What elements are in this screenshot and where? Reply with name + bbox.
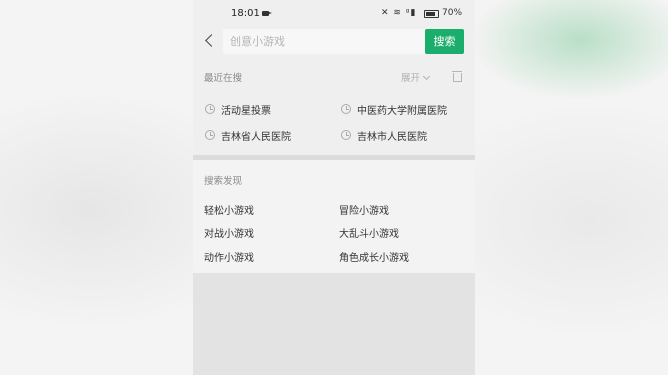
recent-item-label: 吉林省人民医院 bbox=[221, 132, 291, 143]
discover-item[interactable]: 角色成长小游戏 bbox=[339, 249, 409, 264]
recent-item-label: 吉林市人民医院 bbox=[357, 132, 427, 143]
clock-icon bbox=[341, 130, 351, 140]
back-arrow-icon[interactable] bbox=[202, 33, 218, 49]
recent-searches-title: 最近在搜 bbox=[204, 73, 243, 84]
discover-item[interactable]: 对战小游戏 bbox=[204, 225, 254, 240]
battery-icon bbox=[424, 10, 439, 18]
status-icons: ✕ ≋ ᵍ▮ bbox=[381, 8, 417, 18]
status-bar: 18:01 ✕ ≋ ᵍ▮ 70% bbox=[193, 0, 475, 28]
discover-item[interactable]: 冒险小游戏 bbox=[339, 202, 389, 217]
search-button[interactable]: 搜索 bbox=[425, 29, 464, 54]
expand-label: 展开 bbox=[401, 73, 421, 84]
empty-bottom-area bbox=[193, 273, 475, 375]
clock-icon bbox=[205, 104, 215, 114]
expand-button[interactable]: 展开 bbox=[401, 70, 431, 84]
discover-item[interactable]: 轻松小游戏 bbox=[204, 202, 254, 217]
search-input[interactable] bbox=[223, 29, 425, 54]
phone-screen: 18:01 ✕ ≋ ᵍ▮ 70% 搜索 最近在搜 展开 活动星投票 中医药大学附… bbox=[193, 0, 475, 375]
clock-icon bbox=[341, 104, 351, 114]
battery-percent: 70% bbox=[442, 8, 463, 18]
trash-icon[interactable] bbox=[451, 70, 463, 83]
discover-item[interactable]: 大乱斗小游戏 bbox=[339, 225, 399, 240]
recent-item-label: 中医药大学附属医院 bbox=[357, 106, 447, 117]
chevron-down-icon bbox=[422, 72, 431, 81]
status-time: 18:01 bbox=[231, 8, 260, 19]
recent-item-label: 活动星投票 bbox=[221, 106, 271, 117]
clock-icon bbox=[205, 130, 215, 140]
video-record-icon bbox=[262, 11, 272, 16]
discover-item[interactable]: 动作小游戏 bbox=[204, 249, 254, 264]
discover-title: 搜索发现 bbox=[204, 176, 243, 187]
